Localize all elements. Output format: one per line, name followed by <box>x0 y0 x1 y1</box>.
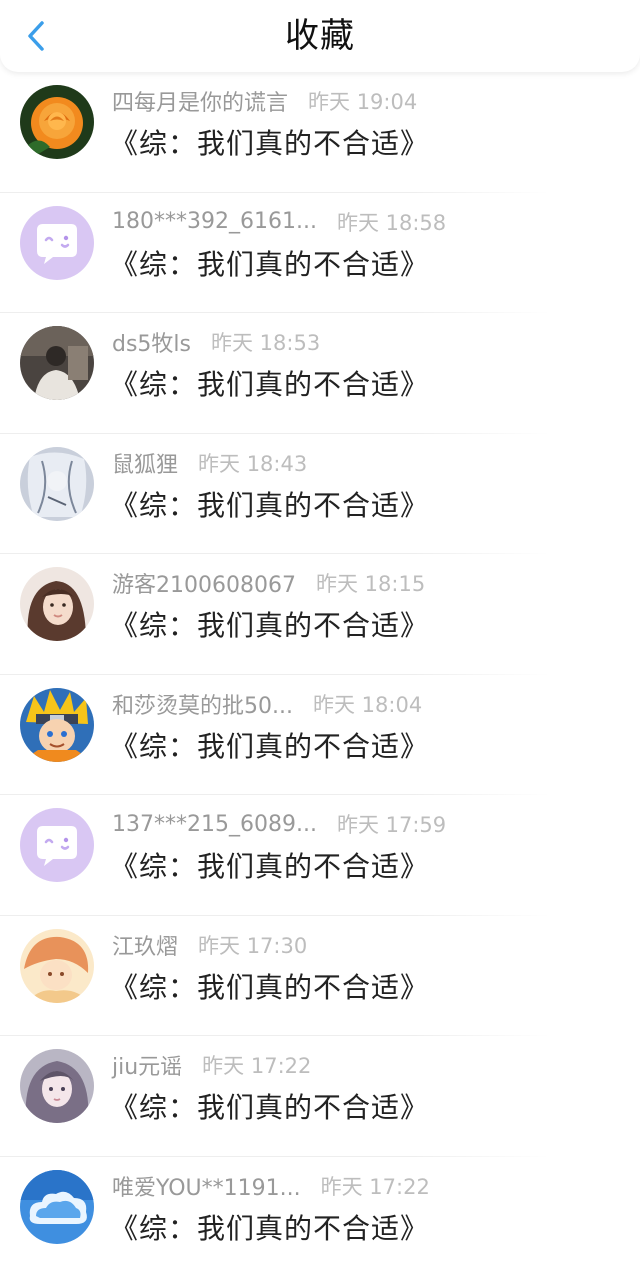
naruto-avatar-icon <box>20 687 94 762</box>
book-title[interactable]: 《综：我们真的不合适》 <box>110 845 429 885</box>
illustration-avatar-icon <box>20 928 94 1003</box>
avatar[interactable] <box>20 928 94 1003</box>
username[interactable]: 137***215_6089... <box>112 812 317 837</box>
book-title[interactable]: 《综：我们真的不合适》 <box>110 966 429 1006</box>
rose-avatar-icon <box>20 85 94 159</box>
item-meta: 137***215_6089... 昨天 17:59 <box>112 809 446 839</box>
avatar[interactable] <box>20 446 94 521</box>
avatar[interactable] <box>20 326 94 400</box>
avatar[interactable] <box>20 808 94 882</box>
timestamp: 昨天 19:04 <box>308 90 418 114</box>
book-title[interactable]: 《综：我们真的不合适》 <box>110 484 429 524</box>
favorites-screen: 收藏 四每月是你的谎言 昨天 19:04 《综：我们真的不合适》 180***3… <box>0 0 640 1264</box>
list-item[interactable]: 唯爱YOU**1191... 昨天 17:22 《综：我们真的不合适》 <box>0 1157 640 1264</box>
list-item[interactable]: ds5牧ls 昨天 18:53 《综：我们真的不合适》 <box>0 313 640 434</box>
item-meta: 180***392_6161... 昨天 18:58 <box>112 207 446 237</box>
book-title[interactable]: 《综：我们真的不合适》 <box>110 243 429 283</box>
girl-avatar-icon <box>20 567 94 641</box>
timestamp: 昨天 17:22 <box>202 1054 312 1078</box>
username[interactable]: 四每月是你的谎言 <box>112 85 288 117</box>
timestamp: 昨天 18:04 <box>312 692 423 717</box>
list-item[interactable]: 游客2100608067 昨天 18:15 《综：我们真的不合适》 <box>0 554 640 675</box>
avatar[interactable] <box>20 687 94 762</box>
timestamp: 昨天 18:43 <box>198 451 308 476</box>
item-meta: 和莎烫莫的批50... 昨天 18:04 <box>112 689 422 719</box>
timestamp: 昨天 17:30 <box>198 933 308 958</box>
timestamp: 昨天 17:59 <box>336 813 447 837</box>
book-title[interactable]: 《综：我们真的不合适》 <box>110 122 429 162</box>
item-meta: 鼠狐狸 昨天 18:43 <box>112 448 307 478</box>
username[interactable]: ds5牧ls <box>112 326 191 358</box>
top-bar: 收藏 <box>0 0 640 72</box>
list-item[interactable]: 四每月是你的谎言 昨天 19:04 《综：我们真的不合适》 <box>0 72 640 193</box>
page-title: 收藏 <box>285 16 355 56</box>
timestamp: 昨天 18:15 <box>315 572 426 596</box>
item-meta: jiu元谣 昨天 17:22 <box>112 1050 311 1080</box>
cloud-avatar-icon <box>20 1169 94 1244</box>
username[interactable]: 180***392_6161... <box>112 209 317 234</box>
item-meta: 唯爱YOU**1191... 昨天 17:22 <box>112 1171 430 1201</box>
avatar[interactable] <box>20 205 94 280</box>
default-chat-avatar-icon <box>20 205 94 280</box>
list-item[interactable]: 鼠狐狸 昨天 18:43 《综：我们真的不合适》 <box>0 434 640 554</box>
list-item[interactable]: jiu元谣 昨天 17:22 《综：我们真的不合适》 <box>0 1036 640 1157</box>
username[interactable]: 鼠狐狸 <box>112 447 178 479</box>
username[interactable]: jiu元谣 <box>112 1049 182 1081</box>
username[interactable]: 江玖熠 <box>112 929 178 961</box>
favorites-list: 四每月是你的谎言 昨天 19:04 《综：我们真的不合适》 180***392_… <box>0 72 640 1264</box>
username[interactable]: 和莎烫莫的批50... <box>112 688 293 720</box>
book-title[interactable]: 《综：我们真的不合适》 <box>110 1207 429 1247</box>
avatar[interactable] <box>20 1049 94 1123</box>
item-meta: 江玖熠 昨天 17:30 <box>112 930 307 960</box>
list-item[interactable]: 和莎烫莫的批50... 昨天 18:04 《综：我们真的不合适》 <box>0 675 640 795</box>
photo-avatar-icon <box>20 326 94 400</box>
username[interactable]: 唯爱YOU**1191... <box>112 1170 301 1202</box>
timestamp: 昨天 18:53 <box>211 331 321 355</box>
book-title[interactable]: 《综：我们真的不合适》 <box>110 725 429 765</box>
anime-avatar-icon <box>20 446 94 521</box>
list-item[interactable]: 180***392_6161... 昨天 18:58 《综：我们真的不合适》 <box>0 193 640 313</box>
list-item[interactable]: 江玖熠 昨天 17:30 《综：我们真的不合适》 <box>0 916 640 1036</box>
item-meta: 四每月是你的谎言 昨天 19:04 <box>112 86 417 116</box>
list-item[interactable]: 137***215_6089... 昨天 17:59 《综：我们真的不合适》 <box>0 795 640 916</box>
book-title[interactable]: 《综：我们真的不合适》 <box>110 604 429 644</box>
item-meta: 游客2100608067 昨天 18:15 <box>112 568 425 598</box>
book-title[interactable]: 《综：我们真的不合适》 <box>110 363 429 403</box>
book-title[interactable]: 《综：我们真的不合适》 <box>110 1086 429 1126</box>
username[interactable]: 游客2100608067 <box>112 567 296 599</box>
avatar[interactable] <box>20 85 94 159</box>
default-chat-avatar-icon <box>20 808 94 882</box>
item-meta: ds5牧ls 昨天 18:53 <box>112 327 320 357</box>
timestamp: 昨天 17:22 <box>320 1174 430 1199</box>
timestamp: 昨天 18:58 <box>336 210 447 235</box>
anime-girl-avatar-icon <box>20 1049 94 1123</box>
avatar[interactable] <box>20 1169 94 1244</box>
avatar[interactable] <box>20 567 94 641</box>
